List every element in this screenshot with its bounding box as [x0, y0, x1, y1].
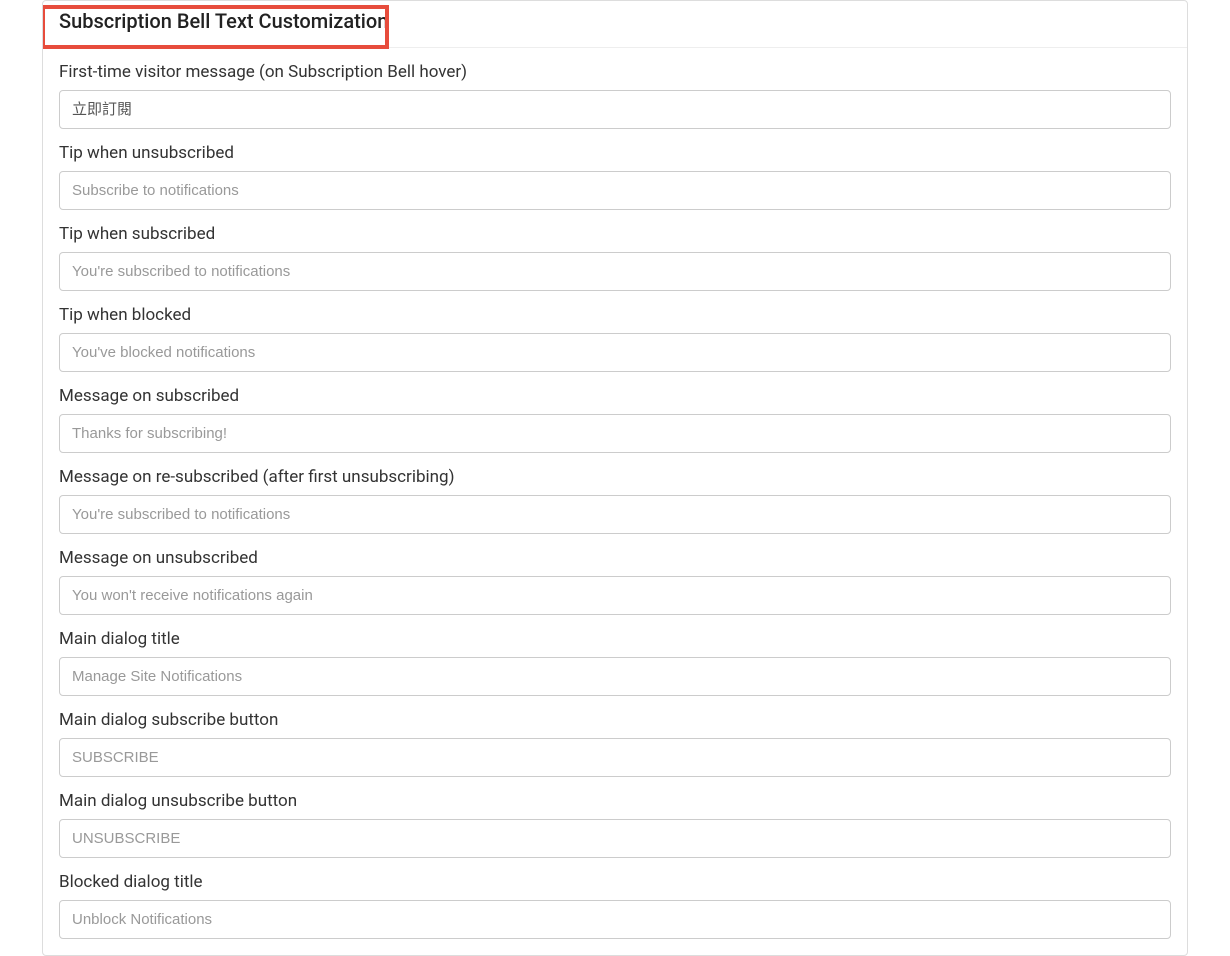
label-tip-unsubscribed: Tip when unsubscribed [59, 143, 1171, 163]
field-msg-unsubscribed: Message on unsubscribed [59, 548, 1171, 615]
label-tip-subscribed: Tip when subscribed [59, 224, 1171, 244]
label-tip-blocked: Tip when blocked [59, 305, 1171, 325]
label-dialog-unsubscribe: Main dialog unsubscribe button [59, 791, 1171, 811]
section-header: Subscription Bell Text Customization [43, 1, 1187, 48]
input-tip-unsubscribed[interactable] [59, 171, 1171, 210]
field-tip-unsubscribed: Tip when unsubscribed [59, 143, 1171, 210]
field-tip-blocked: Tip when blocked [59, 305, 1171, 372]
input-dialog-unsubscribe[interactable] [59, 819, 1171, 858]
input-tip-blocked[interactable] [59, 333, 1171, 372]
input-msg-unsubscribed[interactable] [59, 576, 1171, 615]
field-dialog-unsubscribe: Main dialog unsubscribe button [59, 791, 1171, 858]
input-dialog-title[interactable] [59, 657, 1171, 696]
field-tip-subscribed: Tip when subscribed [59, 224, 1171, 291]
input-msg-resubscribed[interactable] [59, 495, 1171, 534]
label-dialog-title: Main dialog title [59, 629, 1171, 649]
label-msg-unsubscribed: Message on unsubscribed [59, 548, 1171, 568]
input-dialog-subscribe[interactable] [59, 738, 1171, 777]
label-first-time: First-time visitor message (on Subscript… [59, 62, 1171, 82]
label-msg-resubscribed: Message on re-subscribed (after first un… [59, 467, 1171, 487]
field-msg-subscribed: Message on subscribed [59, 386, 1171, 453]
label-blocked-title: Blocked dialog title [59, 872, 1171, 892]
field-msg-resubscribed: Message on re-subscribed (after first un… [59, 467, 1171, 534]
label-msg-subscribed: Message on subscribed [59, 386, 1171, 406]
field-dialog-title: Main dialog title [59, 629, 1171, 696]
input-blocked-title[interactable] [59, 900, 1171, 939]
label-dialog-subscribe: Main dialog subscribe button [59, 710, 1171, 730]
settings-card: Subscription Bell Text Customization Fir… [42, 0, 1188, 956]
field-first-time: First-time visitor message (on Subscript… [59, 62, 1171, 129]
field-blocked-title: Blocked dialog title [59, 872, 1171, 939]
field-dialog-subscribe: Main dialog subscribe button [59, 710, 1171, 777]
input-msg-subscribed[interactable] [59, 414, 1171, 453]
input-tip-subscribed[interactable] [59, 252, 1171, 291]
input-first-time[interactable] [59, 90, 1171, 129]
section-title: Subscription Bell Text Customization [59, 9, 388, 33]
